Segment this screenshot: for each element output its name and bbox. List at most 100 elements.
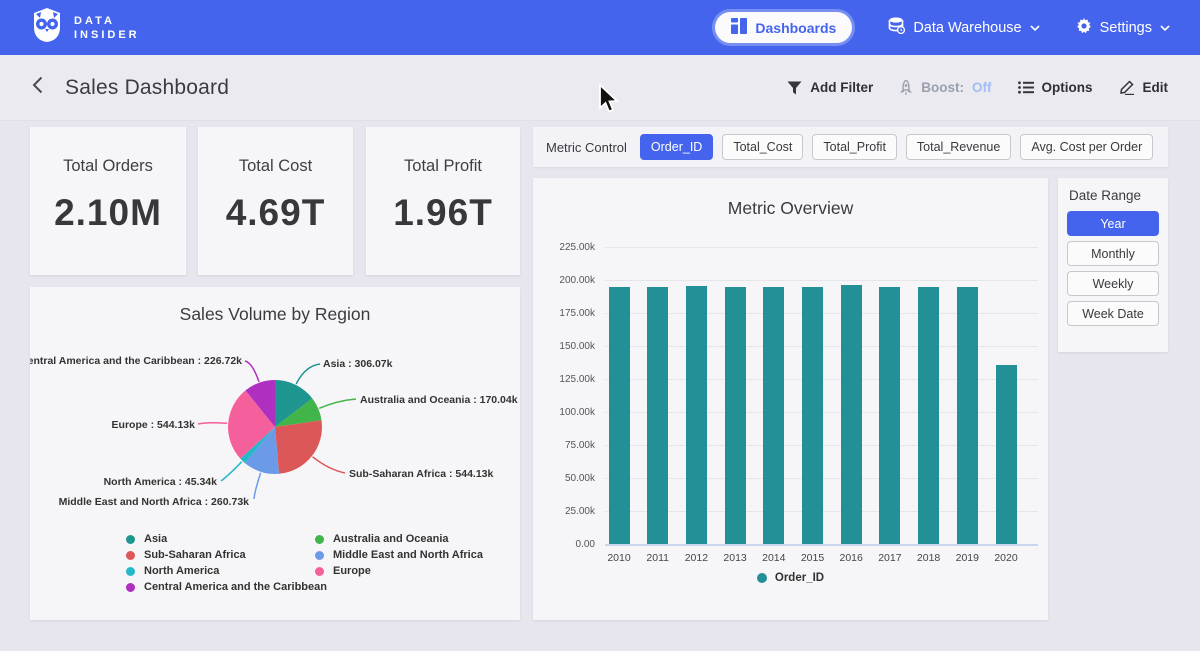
edit-button[interactable]: Edit <box>1119 80 1169 95</box>
metric-control-label: Metric Control <box>546 140 627 155</box>
metric-chip-total-cost[interactable]: Total_Cost <box>722 134 803 160</box>
metric-overview-panel: Metric Overview 225.00k200.00k175.00k150… <box>533 178 1048 620</box>
bar-2012[interactable] <box>686 286 707 545</box>
y-axis-tick: 25.00k <box>535 506 595 517</box>
x-axis-tick: 2017 <box>871 552 909 564</box>
app-root: DATA INSIDER Dashboards <box>0 0 1200 651</box>
legend-label: Sub-Saharan Africa <box>144 549 246 561</box>
y-axis-tick: 175.00k <box>535 308 595 319</box>
data-warehouse-label: Data Warehouse <box>913 20 1021 36</box>
pie-legend-item[interactable]: Middle East and North Africa <box>315 547 483 563</box>
kpi-value: 4.69T <box>226 192 326 234</box>
date-range-week-date[interactable]: Week Date <box>1067 301 1159 326</box>
pie-legend-item[interactable]: Europe <box>315 563 483 579</box>
brand-text: DATA INSIDER <box>74 14 140 42</box>
bar-chart-title: Metric Overview <box>533 198 1048 219</box>
settings-menu[interactable]: Settings <box>1076 18 1170 38</box>
pie-legend-item[interactable]: Sub-Saharan Africa <box>126 547 327 563</box>
x-axis-tick: 2020 <box>987 552 1025 564</box>
pie-slice-label: Asia : 306.07k <box>323 358 393 370</box>
y-axis-tick: 200.00k <box>535 275 595 286</box>
y-axis-tick: 0.00 <box>535 539 595 550</box>
chevron-down-icon <box>1030 25 1040 31</box>
pie-leader-line <box>221 462 242 481</box>
metric-chip-avg-cost-per-order[interactable]: Avg. Cost per Order <box>1020 134 1153 160</box>
bar-2011[interactable] <box>647 287 668 544</box>
bar-2018[interactable] <box>918 287 939 544</box>
bar-2016[interactable] <box>841 285 862 544</box>
x-axis-tick: 2018 <box>910 552 948 564</box>
pie-slice-sub-saharan-africa[interactable] <box>275 420 322 474</box>
legend-dot-icon <box>126 535 135 544</box>
pie-legend-item[interactable]: Australia and Oceania <box>315 531 483 547</box>
date-range-weekly[interactable]: Weekly <box>1067 271 1159 296</box>
owl-logo-icon <box>30 7 64 48</box>
data-warehouse-menu[interactable]: Data Warehouse <box>888 17 1039 38</box>
pie-legend-item[interactable]: North America <box>126 563 327 579</box>
pie-leader-line <box>245 361 259 382</box>
options-button[interactable]: Options <box>1018 80 1093 95</box>
kpi-label: Total Orders <box>63 157 153 176</box>
top-navbar: DATA INSIDER Dashboards <box>0 0 1200 55</box>
pie-chart-title: Sales Volume by Region <box>30 304 520 325</box>
kpi-value: 1.96T <box>393 192 493 234</box>
pie-slice-label: Central America and the Caribbean : 226.… <box>30 355 242 367</box>
bar-2017[interactable] <box>879 287 900 544</box>
pie-legend-item[interactable]: Asia <box>126 531 327 547</box>
x-axis-tick: 2016 <box>832 552 870 564</box>
add-filter-button[interactable]: Add Filter <box>787 80 873 95</box>
rocket-icon <box>899 80 913 96</box>
legend-label: Australia and Oceania <box>333 533 449 545</box>
bar-2013[interactable] <box>725 287 746 544</box>
database-icon <box>888 17 905 38</box>
date-range-year[interactable]: Year <box>1067 211 1159 236</box>
pie-legend-item[interactable]: Central America and the Caribbean <box>126 579 327 595</box>
x-axis-tick: 2013 <box>716 552 754 564</box>
boost-toggle[interactable]: Boost: Off <box>899 80 991 96</box>
pie-leader-line <box>313 457 345 473</box>
legend-label: Middle East and North Africa <box>333 549 483 561</box>
bar-2020[interactable] <box>996 365 1017 544</box>
legend-dot-icon <box>126 551 135 560</box>
dashboards-button[interactable]: Dashboards <box>715 12 852 43</box>
pie-slice-label: Sub-Saharan Africa : 544.13k <box>349 468 493 480</box>
kpi-card: Total Cost 4.69T <box>198 127 353 275</box>
x-axis-tick: 2019 <box>948 552 986 564</box>
brand[interactable]: DATA INSIDER <box>30 7 140 48</box>
options-list-icon <box>1018 81 1034 94</box>
pie-leader-line <box>198 423 227 424</box>
page-title: Sales Dashboard <box>65 76 229 100</box>
pie-chart[interactable]: Asia : 306.07kAustralia and Oceania : 17… <box>30 335 520 547</box>
gear-icon <box>1076 18 1092 38</box>
legend-label: Asia <box>144 533 167 545</box>
bar-2015[interactable] <box>802 287 823 544</box>
x-axis-tick: 2012 <box>677 552 715 564</box>
back-button[interactable] <box>32 76 43 99</box>
bar-legend-item[interactable]: Order_ID <box>757 572 824 584</box>
legend-label: Order_ID <box>775 572 824 584</box>
date-range-panel: Date Range YearMonthlyWeeklyWeek Date <box>1058 178 1168 352</box>
bar-2014[interactable] <box>763 287 784 544</box>
metric-chip-order-id[interactable]: Order_ID <box>640 134 713 160</box>
metric-control-bar: Metric Control Order_ID Total_Cost Total_P… <box>533 127 1168 167</box>
kpi-label: Total Profit <box>404 157 482 176</box>
legend-label: North America <box>144 565 219 577</box>
pie-leader-line <box>319 399 356 408</box>
gridline <box>605 544 1038 546</box>
bar-2019[interactable] <box>957 287 978 544</box>
legend-dot-icon <box>315 535 324 544</box>
legend-label: Central America and the Caribbean <box>144 581 327 593</box>
y-axis-tick: 125.00k <box>535 374 595 385</box>
kpi-label: Total Cost <box>239 157 312 176</box>
bar-chart-legend: Order_ID <box>533 572 1048 584</box>
dashboard-grid-icon <box>731 18 747 37</box>
pie-leader-line <box>296 364 320 384</box>
metric-chip-total-revenue[interactable]: Total_Revenue <box>906 134 1011 160</box>
date-range-monthly[interactable]: Monthly <box>1067 241 1159 266</box>
boost-status: Off <box>972 80 992 95</box>
dashboards-label: Dashboards <box>755 20 836 36</box>
bar-2010[interactable] <box>609 287 630 544</box>
legend-dot-icon <box>315 567 324 576</box>
metric-chip-total-profit[interactable]: Total_Profit <box>812 134 897 160</box>
x-axis-tick: 2014 <box>755 552 793 564</box>
